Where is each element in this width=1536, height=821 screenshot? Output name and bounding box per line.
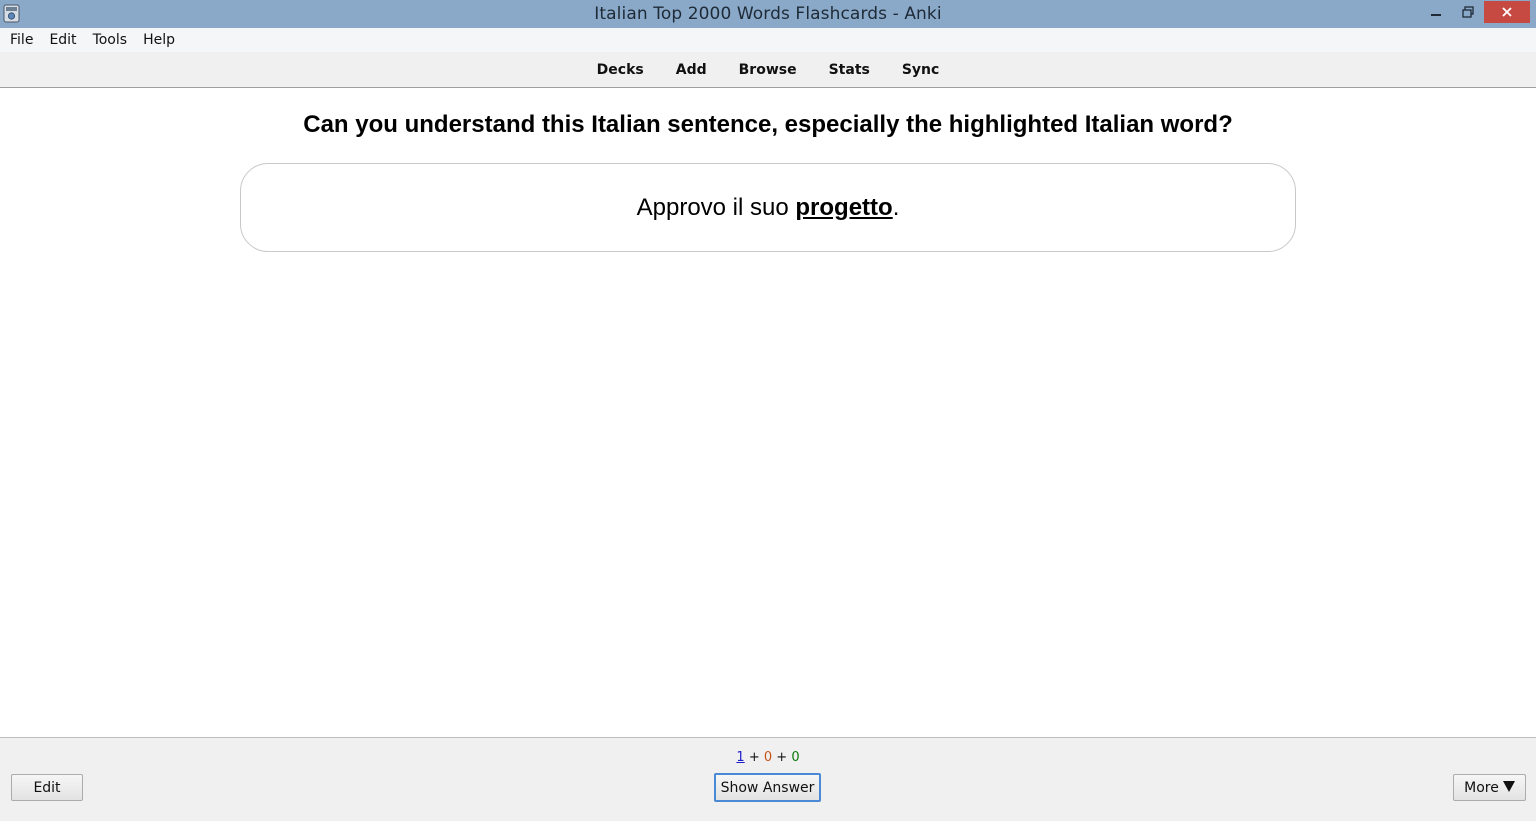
close-icon[interactable]	[1484, 1, 1530, 23]
triangle-down-icon	[1502, 780, 1515, 796]
sentence-box: Approvo il suo progetto.	[240, 163, 1296, 252]
edit-button-label: Edit	[33, 779, 61, 796]
more-button-label: More	[1464, 779, 1499, 796]
menu-tools[interactable]: Tools	[85, 28, 136, 52]
anki-app-icon[interactable]	[3, 4, 20, 23]
count-separator: +	[748, 750, 760, 765]
learning-count: 0	[763, 750, 773, 765]
more-button[interactable]: More	[1453, 774, 1526, 801]
toolbar-decks-link[interactable]: Decks	[581, 52, 660, 88]
minimize-icon[interactable]	[1420, 1, 1452, 23]
highlighted-word: progetto	[795, 193, 893, 221]
toolbar-sync-link[interactable]: Sync	[886, 52, 955, 88]
due-counts: 1 + 0 + 0	[0, 750, 1536, 765]
new-count: 1	[736, 750, 745, 765]
menu-bar: File Edit Tools Help	[0, 28, 1536, 52]
show-answer-button[interactable]: Show Answer	[714, 773, 821, 802]
count-separator: +	[776, 750, 788, 765]
toolbar-browse-link[interactable]: Browse	[723, 52, 813, 88]
anki-window: Italian Top 2000 Words Flashcards - Anki…	[0, 0, 1536, 821]
menu-edit[interactable]: Edit	[41, 28, 84, 52]
bottom-bar: 1 + 0 + 0 Edit Show Answer More	[0, 737, 1536, 821]
sentence-after: .	[892, 193, 900, 221]
sentence-before: Approvo il suo	[636, 193, 796, 221]
card-question: Can you understand this Italian sentence…	[303, 111, 1233, 138]
review-count: 0	[791, 750, 800, 765]
toolbar-stats-link[interactable]: Stats	[813, 52, 886, 88]
card-area: Can you understand this Italian sentence…	[0, 89, 1536, 737]
title-bar: Italian Top 2000 Words Flashcards - Anki	[0, 0, 1536, 28]
main-toolbar: Decks Add Browse Stats Sync	[0, 52, 1536, 88]
show-answer-label: Show Answer	[720, 779, 815, 796]
edit-button[interactable]: Edit	[11, 774, 83, 801]
window-title: Italian Top 2000 Words Flashcards - Anki	[594, 4, 942, 24]
restore-icon[interactable]	[1452, 1, 1484, 23]
menu-help[interactable]: Help	[135, 28, 183, 52]
toolbar-add-link[interactable]: Add	[660, 52, 723, 88]
menu-file[interactable]: File	[2, 28, 41, 52]
window-controls	[1420, 0, 1536, 28]
